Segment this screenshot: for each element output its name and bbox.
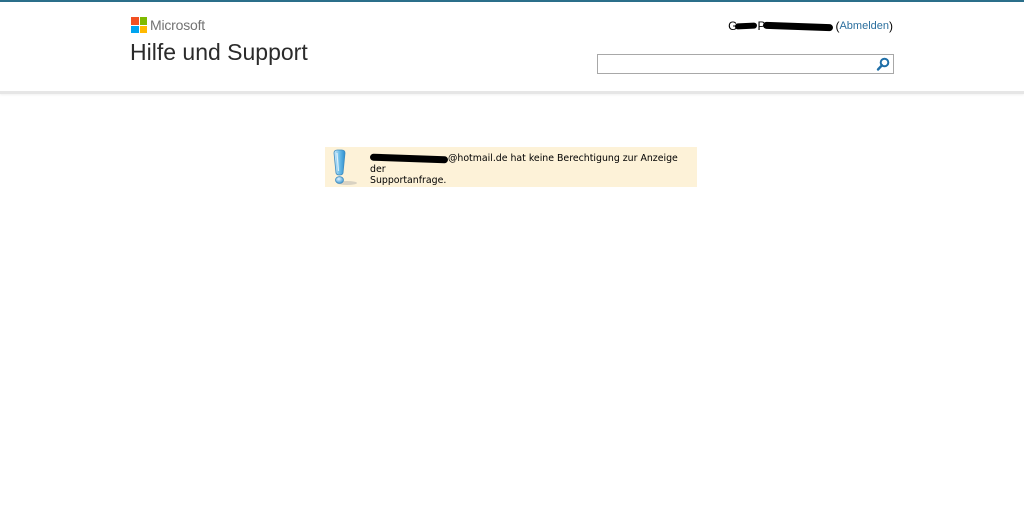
microsoft-logo-icon [131, 17, 147, 33]
logo-square-blue [131, 25, 139, 33]
notice-email-suffix: @hotmail.de [448, 153, 508, 164]
redaction-mark [763, 21, 834, 31]
logo-square-yellow [139, 25, 147, 33]
permission-notice: @hotmail.de hat keine Berechtigung zur A… [325, 147, 697, 187]
redaction-mark [369, 153, 449, 164]
exclamation-icon [333, 149, 357, 185]
user-account-area: G P (Abmelden) [728, 19, 893, 33]
signout-link[interactable]: Abmelden [839, 20, 889, 32]
signout-close-paren: ) [889, 19, 893, 33]
microsoft-logo[interactable]: Microsoft [131, 16, 205, 34]
site-header: Microsoft Hilfe und Support G P (Abmelde… [0, 2, 1024, 94]
redaction-mark [735, 22, 758, 30]
search-box [597, 54, 894, 74]
logo-square-red [131, 17, 139, 25]
logo-square-green [139, 17, 147, 25]
page-title: Hilfe und Support [130, 39, 308, 65]
notice-message: @hotmail.de hat keine Berechtigung zur A… [369, 153, 690, 186]
search-input[interactable] [600, 56, 865, 70]
notice-message-line2: Supportanfrage. [370, 175, 447, 186]
search-button[interactable] [875, 56, 891, 72]
search-icon [876, 57, 890, 71]
user-name: G P [728, 19, 834, 33]
microsoft-logo-text: Microsoft [150, 17, 205, 33]
